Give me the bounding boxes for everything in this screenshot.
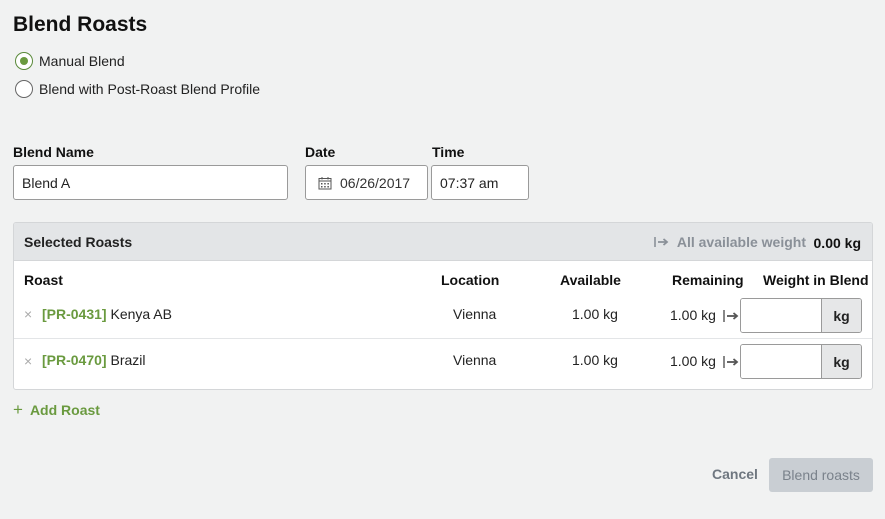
weight-unit: kg <box>821 299 861 332</box>
weight-unit: kg <box>821 345 861 378</box>
cancel-button[interactable]: Cancel <box>712 466 758 482</box>
roast-cell: [PR-0431] Kenya AB <box>42 306 172 322</box>
roast-code[interactable]: [PR-0431] <box>42 306 107 322</box>
table-row: × [PR-0431] Kenya AB Vienna 1.00 kg 1.00… <box>14 293 872 339</box>
fill-arrow-icon <box>723 310 739 322</box>
roast-code[interactable]: [PR-0470] <box>42 352 107 368</box>
col-roast: Roast <box>24 272 63 288</box>
radio-checked-icon <box>15 52 33 70</box>
date-value: 06/26/2017 <box>340 174 411 191</box>
location-cell: Vienna <box>453 306 497 322</box>
roast-cell: [PR-0470] Brazil <box>42 352 146 368</box>
blend-name-value: Blend A <box>22 174 71 191</box>
panel-header: Selected Roasts All available weight 0.0… <box>14 223 872 261</box>
time-value: 07:37 am <box>440 174 499 191</box>
available-cell: 1.00 kg <box>572 306 618 322</box>
roast-name: Brazil <box>110 352 146 368</box>
remaining-cell: 1.00 kg <box>670 353 716 369</box>
roast-name: Kenya AB <box>110 306 172 322</box>
profile-blend-radio[interactable]: Blend with Post-Roast Blend Profile <box>15 79 260 99</box>
remove-roast-icon[interactable]: × <box>24 306 32 322</box>
weight-input-group: kg <box>740 344 862 379</box>
fill-arrow-icon <box>654 237 669 247</box>
date-label: Date <box>305 144 336 160</box>
remaining-cell: 1.00 kg <box>670 307 716 323</box>
selected-roasts-panel: Selected Roasts All available weight 0.0… <box>13 222 873 390</box>
col-available: Available <box>560 272 621 288</box>
remove-roast-icon[interactable]: × <box>24 353 32 369</box>
weight-input-group: kg <box>740 298 862 333</box>
time-input[interactable]: 07:37 am <box>431 165 529 200</box>
fill-weight-button[interactable] <box>723 308 741 324</box>
fill-weight-button[interactable] <box>723 354 741 370</box>
add-roast-button[interactable]: + Add Roast <box>13 400 100 420</box>
blend-name-label: Blend Name <box>13 144 94 160</box>
weight-input[interactable] <box>741 345 821 378</box>
col-weight-in-blend: Weight in Blend <box>763 272 869 288</box>
all-available-label: All available weight <box>676 234 806 250</box>
blend-roasts-button[interactable]: Blend roasts <box>769 458 873 492</box>
manual-blend-radio[interactable]: Manual Blend <box>15 51 125 71</box>
time-label: Time <box>432 144 465 160</box>
available-cell: 1.00 kg <box>572 352 618 368</box>
blend-name-input[interactable]: Blend A <box>13 165 288 200</box>
calendar-icon <box>318 176 332 189</box>
radio-unchecked-icon <box>15 80 33 98</box>
total-weight: 0.00 kg <box>813 235 861 251</box>
col-remaining: Remaining <box>672 272 744 288</box>
col-location: Location <box>441 272 500 288</box>
blend-roasts-page: Blend Roasts Manual Blend Blend with Pos… <box>0 0 885 519</box>
panel-title: Selected Roasts <box>24 234 133 250</box>
profile-blend-label: Blend with Post-Roast Blend Profile <box>39 81 260 97</box>
page-title: Blend Roasts <box>13 13 148 36</box>
table-row: × [PR-0470] Brazil Vienna 1.00 kg 1.00 k… <box>14 340 872 386</box>
add-roast-label: Add Roast <box>29 402 100 418</box>
weight-input[interactable] <box>741 299 821 332</box>
fill-arrow-icon <box>723 356 739 368</box>
all-available-weight-button[interactable]: All available weight <box>654 234 806 250</box>
location-cell: Vienna <box>453 352 497 368</box>
manual-blend-label: Manual Blend <box>39 53 125 69</box>
plus-icon: + <box>13 400 23 419</box>
date-input[interactable]: 06/26/2017 <box>305 165 428 200</box>
